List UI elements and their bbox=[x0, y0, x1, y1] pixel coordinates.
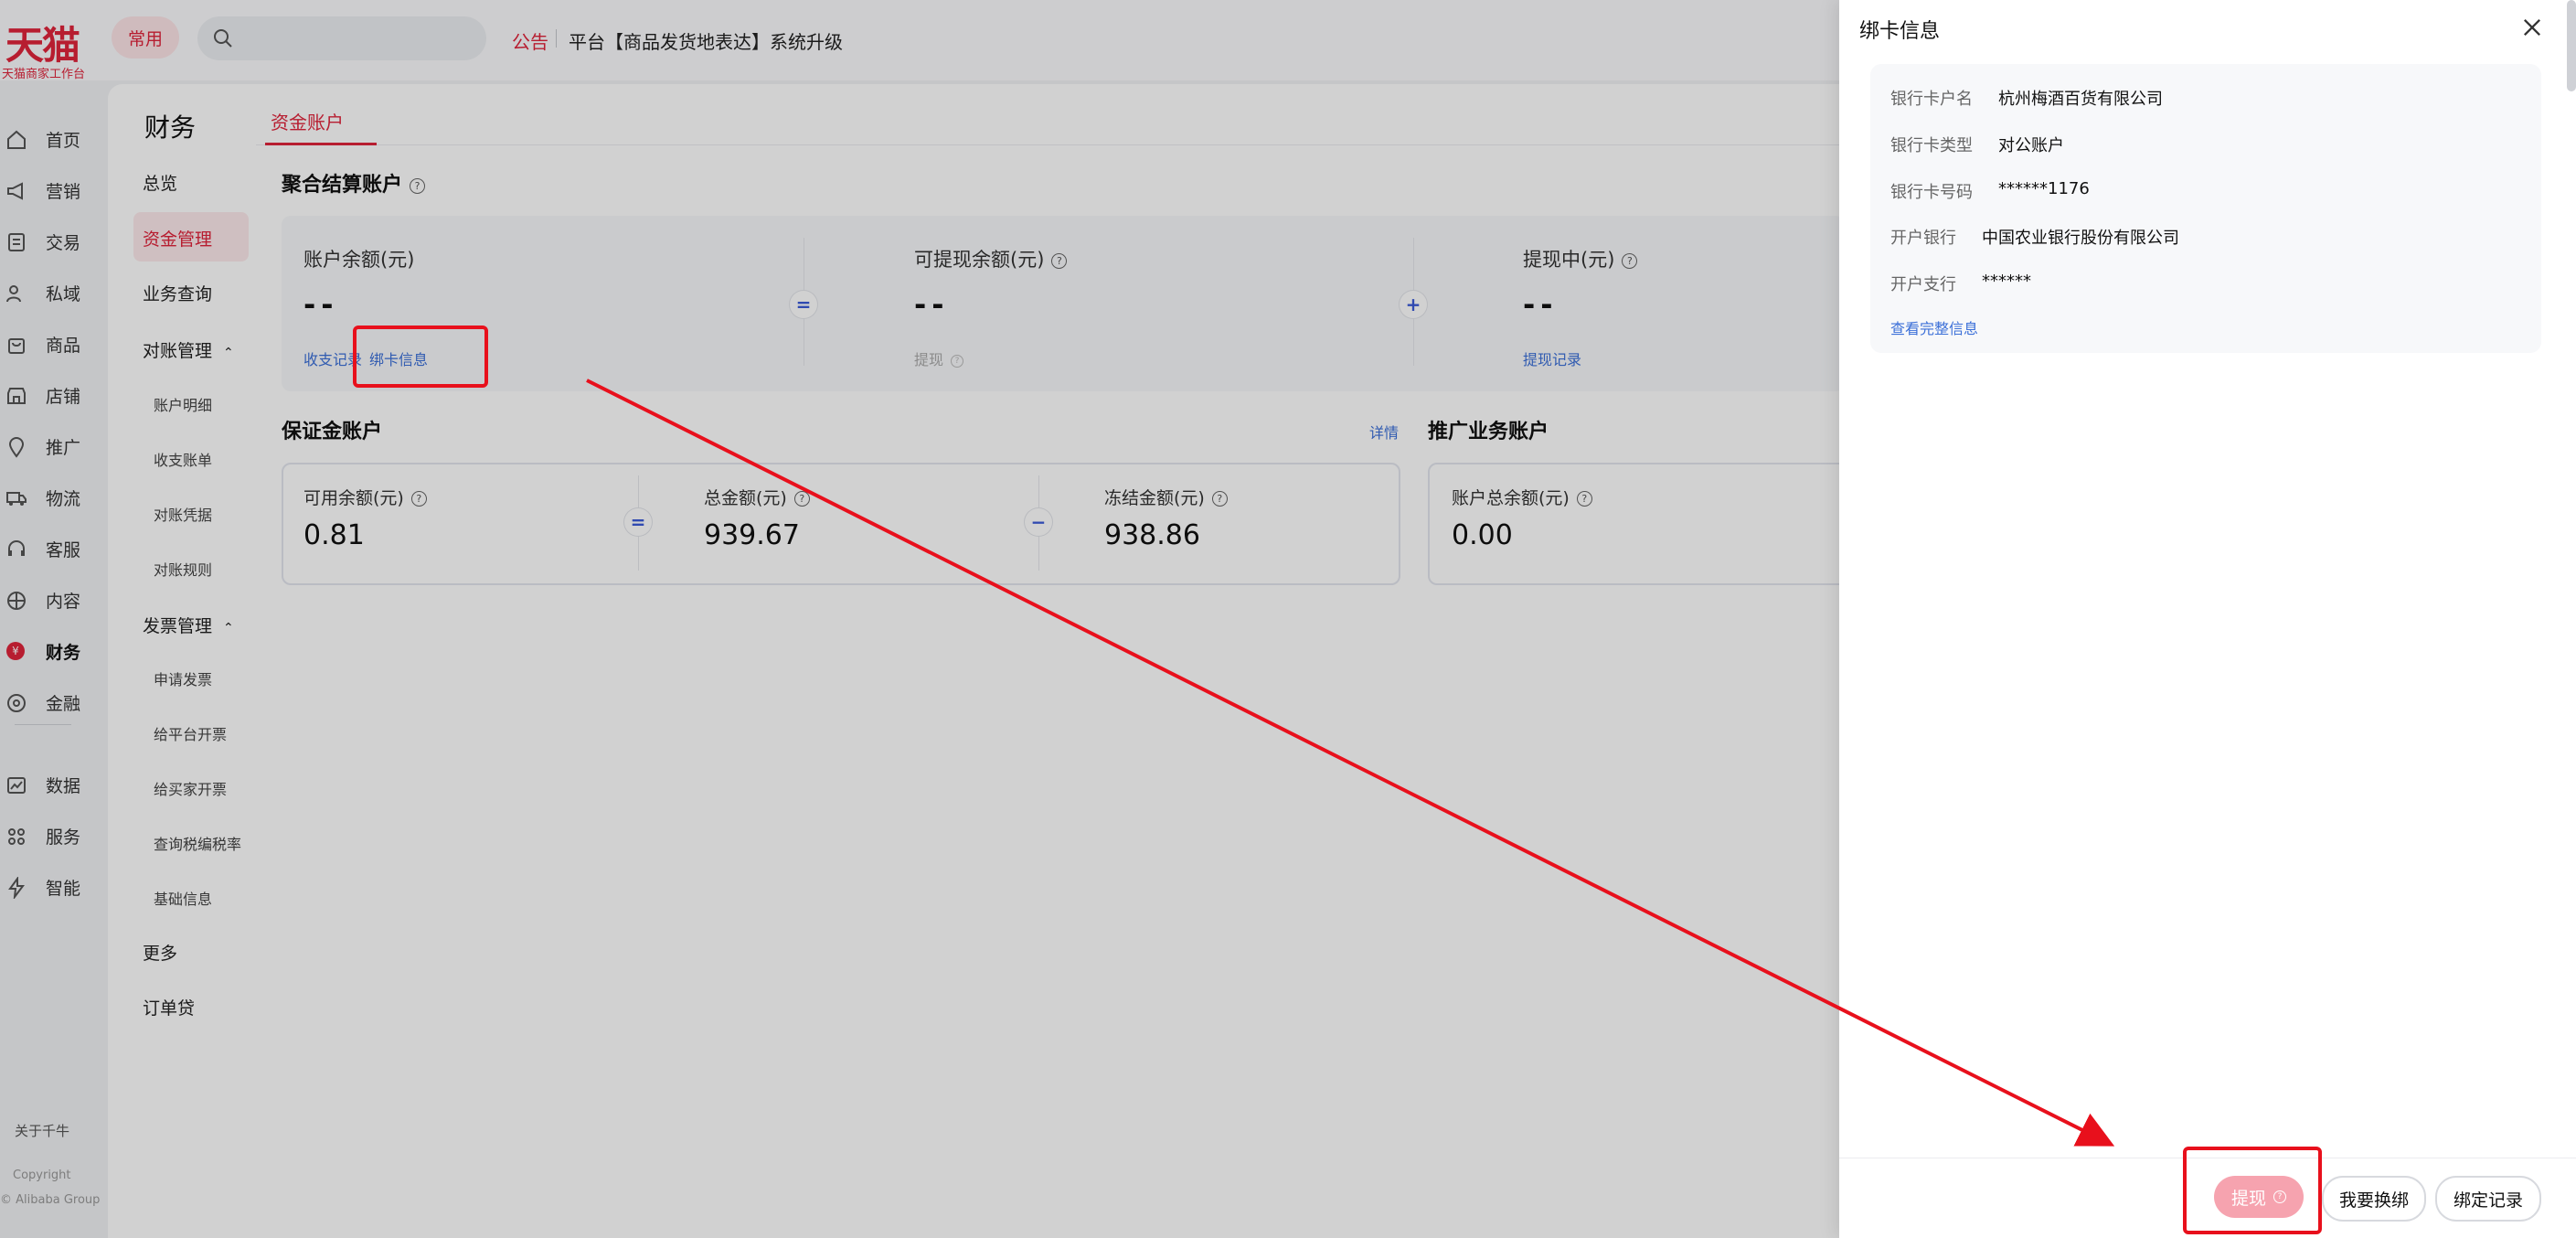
field-value: ****** bbox=[1982, 272, 2031, 291]
field-value: ******1176 bbox=[1998, 179, 2090, 198]
field-value: 对公账户 bbox=[1998, 136, 2064, 155]
field-value: 杭州梅酒百货有限公司 bbox=[1998, 90, 2163, 109]
modal-overlay[interactable] bbox=[0, 0, 1839, 1238]
drawer-title: 绑卡信息 bbox=[1859, 20, 1941, 43]
rebind-button[interactable]: 我要换绑 bbox=[2322, 1176, 2426, 1222]
field-label: 银行卡类型 bbox=[1890, 136, 1973, 155]
field-label: 银行卡号码 bbox=[1890, 183, 1973, 202]
close-icon[interactable] bbox=[2519, 15, 2545, 40]
scrollbar[interactable] bbox=[2567, 0, 2576, 91]
annotation-highlight-withdraw bbox=[2183, 1147, 2322, 1234]
field-label: 开户银行 bbox=[1890, 229, 1956, 248]
view-full-info-link[interactable]: 查看完整信息 bbox=[1890, 316, 1978, 338]
field-value: 中国农业银行股份有限公司 bbox=[1982, 229, 2179, 248]
annotation-highlight-bind-card bbox=[353, 326, 488, 388]
field-label: 开户支行 bbox=[1890, 275, 1956, 294]
field-label: 银行卡户名 bbox=[1890, 90, 1973, 109]
bind-record-button[interactable]: 绑定记录 bbox=[2435, 1176, 2541, 1222]
